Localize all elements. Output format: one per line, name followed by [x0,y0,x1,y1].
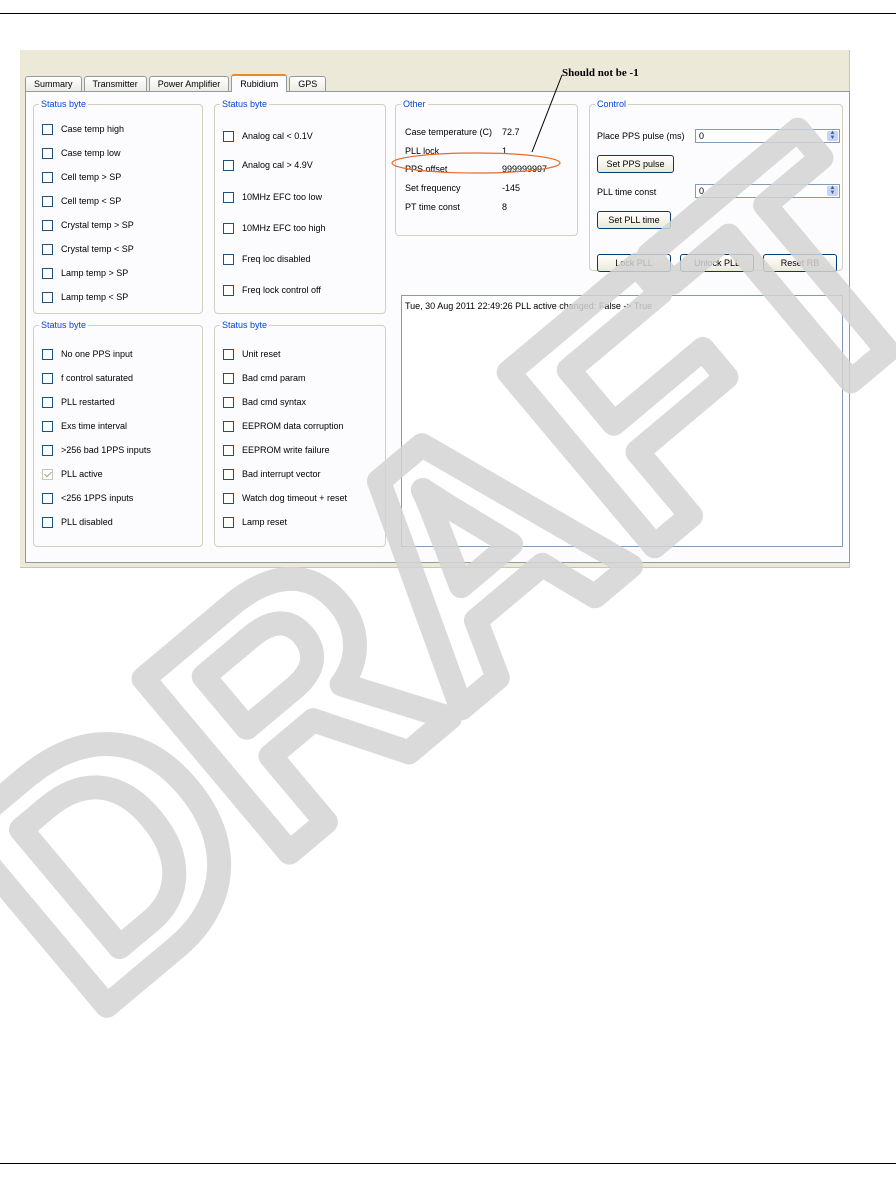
annotation-overlay [391,74,563,174]
page-footer-rule [0,1163,896,1164]
pps-offset-highlight-oval [391,152,561,174]
annotation-pointer-line [531,74,563,153]
